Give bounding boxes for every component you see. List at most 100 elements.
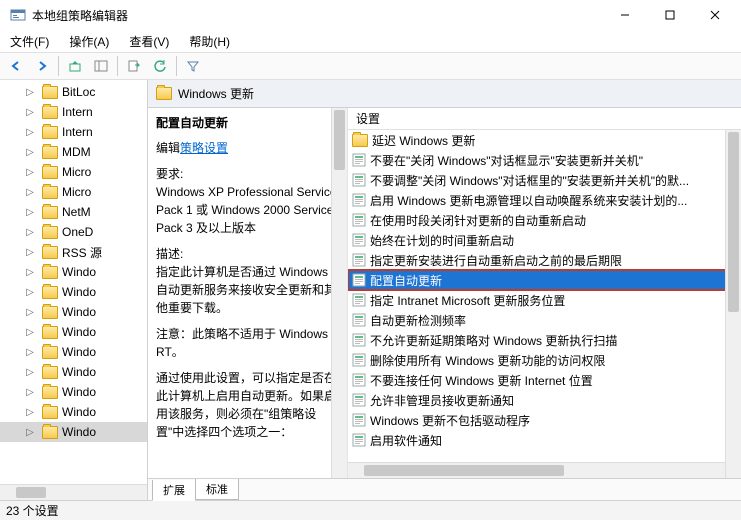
selected-setting-title: 配置自动更新 xyxy=(156,114,339,131)
filter-button[interactable] xyxy=(181,55,205,77)
list-header-setting[interactable]: 设置 xyxy=(348,108,741,130)
expand-icon[interactable]: ▷ xyxy=(24,167,36,178)
list-row[interactable]: 不要连接任何 Windows 更新 Internet 位置 xyxy=(348,370,741,390)
expand-icon[interactable]: ▷ xyxy=(24,207,36,218)
menu-view[interactable]: 查看(V) xyxy=(123,31,175,52)
list-vertical-scrollbar[interactable] xyxy=(725,130,741,478)
setting-icon xyxy=(352,193,366,207)
expand-icon[interactable]: ▷ xyxy=(24,307,36,318)
list-row[interactable]: Windows 更新不包括驱动程序 xyxy=(348,410,741,430)
folder-icon xyxy=(42,346,58,359)
setting-icon xyxy=(352,273,366,287)
menu-help[interactable]: 帮助(H) xyxy=(183,31,236,52)
tree-item-label: Windo xyxy=(62,385,96,399)
expand-icon[interactable]: ▷ xyxy=(24,107,36,118)
tree-item[interactable]: ▷ Intern xyxy=(0,122,147,142)
list-row[interactable]: 不要在"关闭 Windows"对话框显示"安装更新并关机" xyxy=(348,150,741,170)
folder-icon xyxy=(156,87,172,100)
list-row[interactable]: 允许非管理员接收更新通知 xyxy=(348,390,741,410)
forward-button[interactable] xyxy=(30,55,54,77)
list-row[interactable]: 指定更新安装进行自动重新启动之前的最后期限 xyxy=(348,250,741,270)
list-row[interactable]: 指定 Intranet Microsoft 更新服务位置 xyxy=(348,290,741,310)
up-button[interactable] xyxy=(63,55,87,77)
tree-item[interactable]: ▷Windo xyxy=(0,302,147,322)
show-hide-tree-button[interactable] xyxy=(89,55,113,77)
tree-item[interactable]: ▷Intern xyxy=(0,102,147,122)
menu-action[interactable]: 操作(A) xyxy=(63,31,115,52)
back-button[interactable] xyxy=(4,55,28,77)
tree-item-label: Intern xyxy=(62,125,93,139)
tree-item[interactable]: ▷ Windo xyxy=(0,322,147,342)
list-row[interactable]: 删除使用所有 Windows 更新功能的访问权限 xyxy=(348,350,741,370)
export-button[interactable] xyxy=(122,55,146,77)
tree-item[interactable]: ▷Windo xyxy=(0,282,147,302)
list-row[interactable]: 启用软件通知 xyxy=(348,430,741,450)
minimize-button[interactable] xyxy=(602,0,647,30)
menu-file[interactable]: 文件(F) xyxy=(4,31,55,52)
folder-icon xyxy=(42,386,58,399)
refresh-button[interactable] xyxy=(148,55,172,77)
expand-icon[interactable]: ▷ xyxy=(24,147,36,158)
expand-icon[interactable]: ▷ xyxy=(24,387,36,398)
tab-standard[interactable]: 标准 xyxy=(195,479,239,500)
expand-icon[interactable]: ▷ xyxy=(24,287,36,298)
tree-item[interactable]: ▷ Micro xyxy=(0,162,147,182)
list-row[interactable]: 始终在计划的时间重新启动 xyxy=(348,230,741,250)
expand-icon[interactable]: ▷ xyxy=(24,227,36,238)
requirements-label: 要求: xyxy=(156,167,183,181)
tree-item[interactable]: ▷ Windo xyxy=(0,342,147,362)
toolbar-separator xyxy=(58,56,59,76)
tree-item[interactable]: ▷Windo xyxy=(0,402,147,422)
list-row[interactable]: 不允许更新延期策略对 Windows 更新执行扫描 xyxy=(348,330,741,350)
expand-icon[interactable]: ▷ xyxy=(24,347,36,358)
list-item-label: 始终在计划的时间重新启动 xyxy=(370,232,514,249)
tree-item[interactable]: ▷Windo xyxy=(0,262,147,282)
tree-item-label: NetM xyxy=(62,205,91,219)
tree-item-label: Micro xyxy=(62,185,91,199)
list-row[interactable]: 启用 Windows 更新电源管理以自动唤醒系统来安装计划的... xyxy=(348,190,741,210)
close-button[interactable] xyxy=(692,0,737,30)
tree-item[interactable]: ▷BitLoc xyxy=(0,82,147,102)
tree-item[interactable]: ▷Windo xyxy=(0,422,147,442)
setting-icon xyxy=(352,293,366,307)
tab-extended[interactable]: 扩展 xyxy=(152,480,196,501)
tree-item[interactable]: ▷ NetM xyxy=(0,202,147,222)
list-horizontal-scrollbar[interactable] xyxy=(348,462,725,478)
folder-icon xyxy=(42,286,58,299)
toolbar-separator xyxy=(176,56,177,76)
folder-icon xyxy=(42,366,58,379)
expand-icon[interactable]: ▷ xyxy=(24,327,36,338)
setting-icon xyxy=(352,233,366,247)
tree-item[interactable]: ▷Windo xyxy=(0,362,147,382)
description-scrollbar[interactable] xyxy=(331,108,347,478)
list-row[interactable]: 在使用时段关闭针对更新的自动重新启动 xyxy=(348,210,741,230)
expand-icon[interactable]: ▷ xyxy=(24,407,36,418)
tree-item[interactable]: ▷ Windo xyxy=(0,382,147,402)
expand-icon[interactable]: ▷ xyxy=(24,427,36,438)
expand-icon[interactable]: ▷ xyxy=(24,187,36,198)
tree-item-label: Micro xyxy=(62,165,91,179)
edit-policy-link[interactable]: 策略设置 xyxy=(180,141,228,155)
tree-item[interactable]: ▷MDM xyxy=(0,142,147,162)
tree-item[interactable]: ▷RSS 源 xyxy=(0,242,147,262)
expand-icon[interactable]: ▷ xyxy=(24,367,36,378)
setting-icon xyxy=(352,393,366,407)
list-row[interactable]: 配置自动更新 xyxy=(348,270,741,290)
list-row[interactable]: 自动更新检测频率 xyxy=(348,310,741,330)
list-item-label: 启用软件通知 xyxy=(370,432,442,449)
tree-pane[interactable]: ▷BitLoc▷Intern▷Intern▷MDM▷Micro▷Micro▷Ne… xyxy=(0,80,148,500)
tree-item-label: Windo xyxy=(62,325,96,339)
list-row[interactable]: 延迟 Windows 更新 xyxy=(348,130,741,150)
expand-icon[interactable]: ▷ xyxy=(24,127,36,138)
folder-icon xyxy=(42,246,58,259)
expand-icon[interactable]: ▷ xyxy=(24,267,36,278)
tree-item[interactable]: ▷OneD xyxy=(0,222,147,242)
expand-icon[interactable]: ▷ xyxy=(24,247,36,258)
maximize-button[interactable] xyxy=(647,0,692,30)
list-row[interactable]: 不要调整"关闭 Windows"对话框里的"安装更新并关机"的默... xyxy=(348,170,741,190)
folder-icon xyxy=(42,146,58,159)
tree-item-label: Windo xyxy=(62,345,96,359)
tree-horizontal-scrollbar[interactable] xyxy=(0,484,147,500)
expand-icon[interactable]: ▷ xyxy=(24,87,36,98)
tree-item[interactable]: ▷ Micro xyxy=(0,182,147,202)
